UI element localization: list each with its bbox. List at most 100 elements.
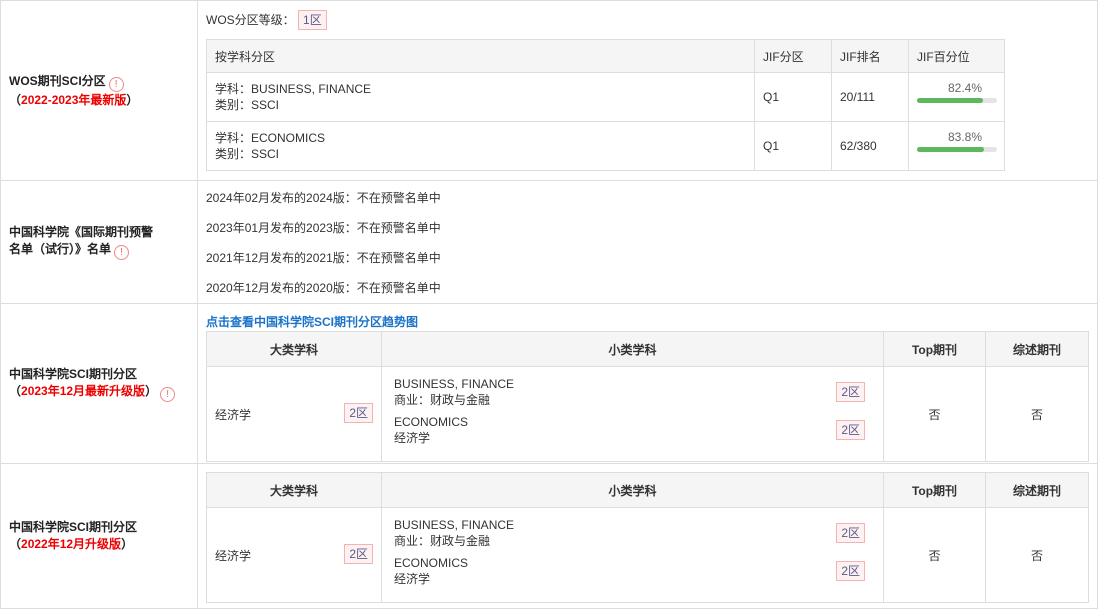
trend-chart-link[interactable]: 点击查看中国科学院SCI期刊分区趋势图 — [206, 314, 1089, 331]
paren: ） — [126, 92, 139, 107]
cas2023-label-cell: 中国科学院SCI期刊分区 （2023年12月最新升级版）! — [0, 303, 198, 464]
minor-en: ECONOMICS — [394, 556, 469, 570]
paren: ） — [121, 537, 134, 551]
cas-header-review: 综述期刊 — [985, 472, 1089, 508]
minor-en: BUSINESS, FINANCE — [394, 377, 515, 391]
wos-level-label: WOS分区等级： — [206, 13, 295, 27]
jif-table: 按学科分区 JIF分区 JIF排名 JIF百分位 学科：BUSINESS, FI… — [206, 39, 1005, 171]
cas2022-row: 中国科学院SCI期刊分区 （2022年12月升级版） 大类学科 小类学科 Top… — [0, 463, 1098, 609]
list-item: ECONOMICS 经济学 2区 — [394, 555, 865, 593]
warning-label-line2: 名单（试行）》名单 — [9, 242, 112, 256]
jif-category: 类别：SSCI — [215, 147, 280, 161]
wos-level-badge: 1区 — [298, 10, 327, 30]
cas2023-row: 中国科学院SCI期刊分区 （2023年12月最新升级版）! 点击查看中国科学院S… — [0, 303, 1098, 464]
jif-percentile-cell: 82.4% — [908, 72, 1005, 122]
cas-header-review: 综述期刊 — [985, 331, 1089, 367]
jif-subject-cell: 学科：BUSINESS, FINANCE 类别：SSCI — [206, 72, 755, 122]
wos-label: WOS期刊SCI分区 — [9, 73, 106, 88]
warning-item: 2020年12月发布的2020版：不在预警名单中 — [206, 281, 441, 295]
info-icon[interactable]: ! — [114, 245, 130, 260]
zone-badge: 2区 — [836, 561, 865, 581]
jif-percentile-cell: 83.8% — [908, 121, 1005, 171]
jif-header-row: 按学科分区 JIF分区 JIF排名 JIF百分位 — [206, 39, 1005, 73]
cas2022-label-cell: 中国科学院SCI期刊分区 （2022年12月升级版） — [0, 463, 198, 609]
cas-header-top: Top期刊 — [883, 472, 986, 508]
zone-badge: 2区 — [344, 544, 373, 564]
cas-minor-cell: BUSINESS, FINANCE 商业：财政与金融 2区 ECONOMICS … — [381, 507, 884, 603]
cas-major-cell: 经济学 2区 — [206, 366, 382, 462]
wos-label-cell: WOS期刊SCI分区! （2022-2023年最新版） — [0, 0, 198, 181]
cas-header-minor: 小类学科 — [381, 472, 884, 508]
jif-quartile: Q1 — [754, 121, 832, 171]
zone-badge: 2区 — [836, 420, 865, 440]
list-item: BUSINESS, FINANCE 商业：财政与金融 2区 — [394, 517, 865, 555]
minor-zh: 商业：财政与金融 — [394, 393, 491, 407]
percentile-bar-fill — [917, 98, 983, 103]
warning-label-line1: 中国科学院《国际期刊预警 — [9, 225, 154, 239]
info-icon[interactable]: ! — [108, 76, 124, 92]
minor-zh: 经济学 — [394, 572, 431, 586]
table-row: 学科：BUSINESS, FINANCE 类别：SSCI Q1 20/111 8… — [206, 72, 1005, 122]
minor-en: BUSINESS, FINANCE — [394, 518, 515, 532]
cas-header-major: 大类学科 — [206, 331, 382, 367]
table-row: 学科：ECONOMICS 类别：SSCI Q1 62/380 83.8% — [206, 121, 1005, 171]
cas2022-edition: 2022年12月升级版 — [21, 537, 122, 551]
warning-item: 2021年12月发布的2021版：不在预警名单中 — [206, 251, 441, 265]
warning-row: 中国科学院《国际期刊预警 名单（试行）》名单! 2024年02月发布的2024版… — [0, 180, 1098, 304]
paren: （ — [9, 92, 22, 107]
zone-badge: 2区 — [344, 403, 373, 423]
cas-major-cell: 经济学 2区 — [206, 507, 382, 603]
cas2022-label: 中国科学院SCI期刊分区 — [9, 520, 138, 534]
minor-zh: 商业：财政与金融 — [394, 534, 491, 548]
cas2022-value-cell: 大类学科 小类学科 Top期刊 综述期刊 经济学 2区 BUSINESS, FI… — [197, 463, 1098, 609]
info-icon[interactable]: ! — [160, 386, 176, 402]
percentile-bar-track — [917, 147, 997, 152]
cas-header-row: 大类学科 小类学科 Top期刊 综述期刊 — [206, 472, 1089, 508]
warning-item: 2024年02月发布的2024版：不在预警名单中 — [206, 191, 441, 205]
cas-header-major: 大类学科 — [206, 472, 382, 508]
jif-subject: 学科：BUSINESS, FINANCE — [215, 82, 372, 96]
list-item: ECONOMICS 经济学 2区 — [394, 414, 865, 452]
cas2023-table: 大类学科 小类学科 Top期刊 综述期刊 经济学 2区 BUSINESS, FI… — [206, 331, 1089, 462]
table-row: 经济学 2区 BUSINESS, FINANCE 商业：财政与金融 2区 ECO… — [206, 507, 1089, 603]
wos-level-line: WOS分区等级： 1区 — [206, 10, 1089, 30]
jif-subject: 学科：ECONOMICS — [215, 131, 326, 145]
paren: ） — [145, 383, 158, 398]
warning-value-cell: 2024年02月发布的2024版：不在预警名单中 2023年01月发布的2023… — [197, 180, 1098, 304]
cas2022-table: 大类学科 小类学科 Top期刊 综述期刊 经济学 2区 BUSINESS, FI… — [206, 472, 1089, 603]
jif-quartile: Q1 — [754, 72, 832, 122]
cas-header-top: Top期刊 — [883, 331, 986, 367]
cas-header-minor: 小类学科 — [381, 331, 884, 367]
cas2023-edition: 2023年12月最新升级版 — [21, 383, 146, 398]
wos-value-cell: WOS分区等级： 1区 按学科分区 JIF分区 JIF排名 JIF百分位 学科：… — [197, 0, 1098, 181]
cas-review: 否 — [985, 507, 1089, 603]
jif-header-percentile: JIF百分位 — [908, 39, 1005, 73]
journal-info-table: WOS期刊SCI分区! （2022-2023年最新版） WOS分区等级： 1区 … — [0, 0, 1098, 609]
jif-rank: 20/111 — [831, 72, 909, 122]
cas-review: 否 — [985, 366, 1089, 462]
warning-item: 2023年01月发布的2023版：不在预警名单中 — [206, 221, 441, 235]
jif-header-quartile: JIF分区 — [754, 39, 832, 73]
cas2023-value-cell: 点击查看中国科学院SCI期刊分区趋势图 大类学科 小类学科 Top期刊 综述期刊 — [197, 303, 1098, 464]
cas2023-label: 中国科学院SCI期刊分区 — [9, 366, 138, 381]
jif-percentile-value: 83.8% — [947, 130, 982, 144]
cas-top: 否 — [883, 366, 986, 462]
jif-header-rank: JIF排名 — [831, 39, 909, 73]
paren: （ — [9, 383, 22, 398]
jif-subject-cell: 学科：ECONOMICS 类别：SSCI — [206, 121, 755, 171]
warning-label-cell: 中国科学院《国际期刊预警 名单（试行）》名单! — [0, 180, 198, 304]
cas-minor-cell: BUSINESS, FINANCE 商业：财政与金融 2区 ECONOMICS … — [381, 366, 884, 462]
wos-row: WOS期刊SCI分区! （2022-2023年最新版） WOS分区等级： 1区 … — [0, 0, 1098, 181]
zone-badge: 2区 — [836, 382, 865, 402]
minor-zh: 经济学 — [394, 431, 431, 445]
paren: （ — [9, 537, 22, 551]
cas-top: 否 — [883, 507, 986, 603]
jif-percentile-value: 82.4% — [947, 81, 982, 95]
cas-major: 经济学 — [215, 548, 252, 563]
jif-rank: 62/380 — [831, 121, 909, 171]
wos-edition: 2022-2023年最新版 — [21, 92, 127, 107]
table-row: 经济学 2区 BUSINESS, FINANCE 商业：财政与金融 2区 ECO… — [206, 366, 1089, 462]
percentile-bar-track — [917, 98, 997, 103]
minor-en: ECONOMICS — [394, 415, 469, 429]
jif-header-subject: 按学科分区 — [206, 39, 755, 73]
